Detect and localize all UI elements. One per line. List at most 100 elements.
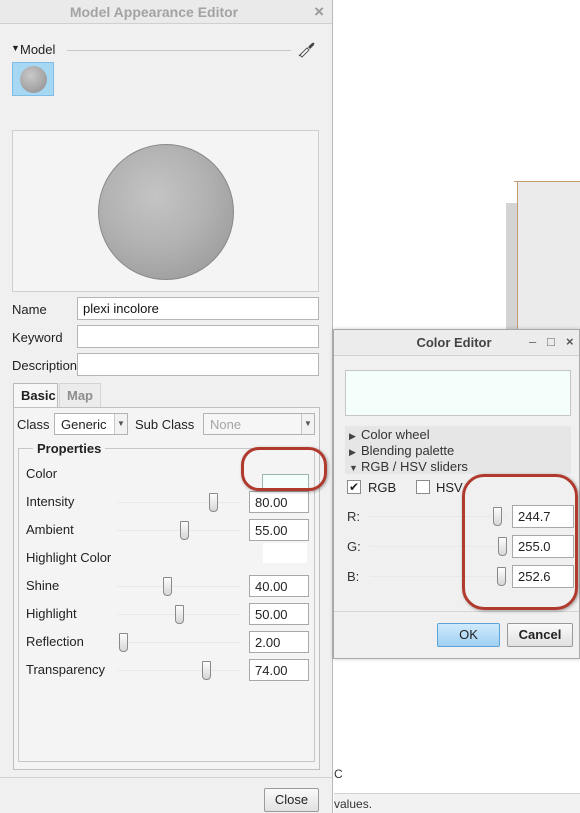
reflection-label: Reflection [26, 634, 84, 649]
blue-slider-thumb[interactable] [496, 567, 506, 586]
transparency-label: Transparency [26, 662, 105, 677]
color-editor-footer-divider [334, 611, 579, 612]
rgb-checkbox[interactable]: ✔ [347, 480, 361, 494]
model-box-face [517, 182, 580, 330]
highlight-color-label: Highlight Color [26, 550, 112, 565]
collapse-triangle-icon: ▼ [349, 463, 358, 473]
description-input[interactable] [77, 353, 319, 376]
section-color-wheel-label: Color wheel [361, 427, 430, 442]
shine-value[interactable]: 40.00 [249, 575, 309, 597]
class-dropdown[interactable]: Generic ▼ [54, 413, 128, 435]
ok-button[interactable]: OK [437, 623, 500, 647]
name-label: Name [12, 302, 47, 317]
color-preview [345, 370, 571, 416]
highlight-value[interactable]: 50.00 [249, 603, 309, 625]
cancel-button[interactable]: Cancel [507, 623, 573, 647]
keyword-input[interactable] [77, 325, 319, 348]
name-input[interactable] [77, 297, 319, 320]
reflection-value[interactable]: 2.00 [249, 631, 309, 653]
footer-divider [0, 777, 332, 778]
ambient-slider[interactable] [117, 521, 241, 540]
eyedropper-icon[interactable] [297, 40, 315, 58]
green-slider-thumb[interactable] [498, 537, 507, 556]
appearance-thumbnail[interactable] [12, 62, 54, 96]
section-blending-palette-label: Blending palette [361, 443, 455, 458]
status-bar: values. [334, 793, 580, 813]
sphere-thumbnail-icon [20, 66, 47, 93]
maximize-icon[interactable]: □ [547, 334, 555, 349]
model-section-label: Model [20, 42, 56, 57]
description-label: Description [12, 358, 78, 373]
minimize-icon[interactable]: – [529, 334, 536, 349]
reflection-slider[interactable] [117, 633, 241, 652]
class-label: Class [17, 417, 50, 432]
transparency-slider-thumb[interactable] [202, 661, 212, 680]
shine-label: Shine [26, 578, 60, 593]
blue-slider[interactable] [370, 567, 507, 586]
intensity-slider[interactable] [117, 493, 241, 512]
subclass-value: None [210, 417, 242, 432]
shine-slider[interactable] [117, 577, 241, 596]
expand-triangle-icon: ▶ [349, 431, 356, 441]
intensity-slider-thumb[interactable] [209, 493, 218, 512]
properties-title: Properties [33, 441, 106, 456]
ambient-value[interactable]: 55.00 [249, 519, 309, 541]
highlight-color-swatch[interactable] [263, 543, 307, 563]
expand-triangle-icon: ▶ [349, 447, 356, 457]
section-color-wheel[interactable]: ▶ Color wheel [349, 427, 430, 442]
viewport-text-fragment: C [334, 767, 343, 781]
color-editor-title-bar: Color Editor – □ × [334, 330, 579, 356]
properties-group: Properties Color Intensity 80.00 Ambient… [18, 441, 315, 762]
reflection-slider-thumb[interactable] [119, 633, 129, 652]
subclass-label: Sub Class [135, 417, 195, 432]
preview-sphere [98, 144, 234, 280]
model-box-edge [514, 181, 580, 187]
tab-basic[interactable]: Basic [13, 383, 58, 408]
close-icon[interactable]: × [566, 334, 574, 349]
transparency-value[interactable]: 74.00 [249, 659, 309, 681]
ambient-slider-thumb[interactable] [180, 521, 190, 540]
subclass-dropdown[interactable]: None ▼ [203, 413, 315, 435]
tab-map[interactable]: Map [59, 383, 101, 408]
red-value[interactable]: 244.7 [512, 505, 574, 528]
status-message: values. [334, 797, 373, 811]
shine-slider-thumb[interactable] [163, 577, 172, 596]
blue-value[interactable]: 252.6 [512, 565, 574, 588]
red-slider-thumb[interactable] [492, 507, 502, 526]
class-value: Generic [61, 417, 107, 432]
green-value[interactable]: 255.0 [512, 535, 574, 558]
hsv-label: HSV [436, 480, 463, 495]
model-section-header[interactable]: ▼ Model [11, 42, 321, 58]
section-blending-palette[interactable]: ▶ Blending palette [349, 443, 454, 458]
chevron-down-icon[interactable]: ▼ [301, 414, 314, 434]
color-editor-title: Color Editor [416, 335, 492, 350]
intensity-label: Intensity [26, 494, 75, 509]
section-rgb-hsv-sliders-label: RGB / HSV sliders [361, 459, 468, 474]
close-icon[interactable]: × [314, 2, 324, 22]
transparency-slider[interactable] [117, 661, 241, 680]
model-appearance-editor-window: Model Appearance Editor × ▼ Model Name K… [0, 0, 333, 813]
ambient-label: Ambient [26, 522, 74, 537]
section-rgb-hsv-sliders[interactable]: ▼ RGB / HSV sliders [349, 459, 468, 474]
blue-label: B: [347, 569, 360, 584]
red-label: R: [347, 509, 360, 524]
highlight-slider[interactable] [117, 605, 241, 624]
green-slider[interactable] [370, 537, 507, 556]
green-label: G: [347, 539, 361, 554]
color-editor-sections: ▶ Color wheel ▶ Blending palette ▼ RGB / HS… [345, 426, 571, 474]
color-label: Color [26, 466, 58, 481]
section-divider [67, 50, 291, 51]
intensity-value[interactable]: 80.00 [249, 491, 309, 513]
title-bar: Model Appearance Editor × [0, 0, 332, 24]
highlight-label: Highlight [26, 606, 77, 621]
highlight-slider-thumb[interactable] [174, 605, 184, 624]
collapse-triangle-icon[interactable]: ▼ [11, 43, 20, 53]
hsv-checkbox[interactable] [416, 480, 430, 494]
chevron-down-icon[interactable]: ▼ [114, 414, 127, 434]
window-title: Model Appearance Editor [69, 4, 239, 20]
red-slider[interactable] [370, 507, 507, 526]
close-button[interactable]: Close [264, 788, 319, 812]
basic-tab-panel: Class Generic ▼ Sub Class None ▼ Propert… [13, 407, 320, 770]
color-editor-window: Color Editor – □ × ▶ Color wheel ▶ Blendin… [333, 329, 580, 659]
rgb-label: RGB [368, 480, 397, 495]
